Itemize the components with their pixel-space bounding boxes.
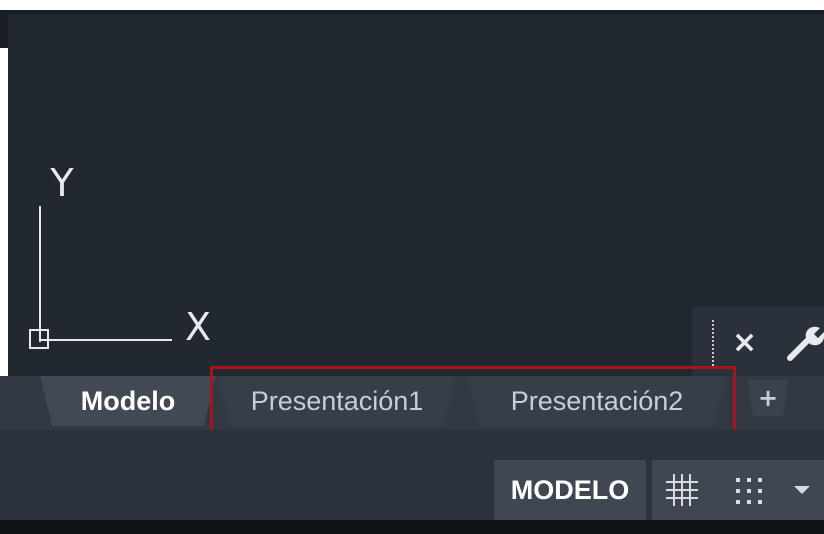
canvas-top-edge [8, 10, 824, 14]
snap-icon[interactable] [732, 474, 766, 508]
window-bottom-edge [0, 520, 824, 534]
tab-label: Presentación2 [510, 385, 684, 416]
drag-grip-icon[interactable] [712, 320, 717, 366]
wrench-icon[interactable] [786, 322, 824, 362]
tab-presentacion1[interactable]: Presentación1 [218, 376, 456, 426]
layout-tab-bar: Modelo Presentación1 Presentación2 + [0, 376, 824, 430]
model-space-button[interactable]: MODELO [494, 460, 646, 520]
ucs-icon: Y X [29, 161, 211, 349]
status-bar: MODELO [0, 430, 824, 520]
close-icon[interactable]: × [732, 328, 757, 358]
ucs-x-label: X [185, 305, 211, 349]
canvas-left-edge [0, 10, 8, 48]
add-layout-button[interactable]: + [748, 380, 788, 416]
tab-modelo[interactable]: Modelo [40, 376, 216, 426]
tab-label: Modelo [80, 385, 176, 416]
command-line-toolbar: × [692, 306, 824, 378]
autocad-window: Y X × Modelo Presentación1 Presentación2… [0, 0, 824, 534]
ucs-y-label: Y [49, 161, 74, 205]
tab-presentacion2[interactable]: Presentación2 [468, 376, 726, 426]
status-tools [652, 460, 824, 520]
dropdown-icon[interactable] [792, 482, 812, 498]
tab-label: Presentación1 [250, 385, 424, 416]
grid-icon[interactable] [664, 472, 700, 508]
